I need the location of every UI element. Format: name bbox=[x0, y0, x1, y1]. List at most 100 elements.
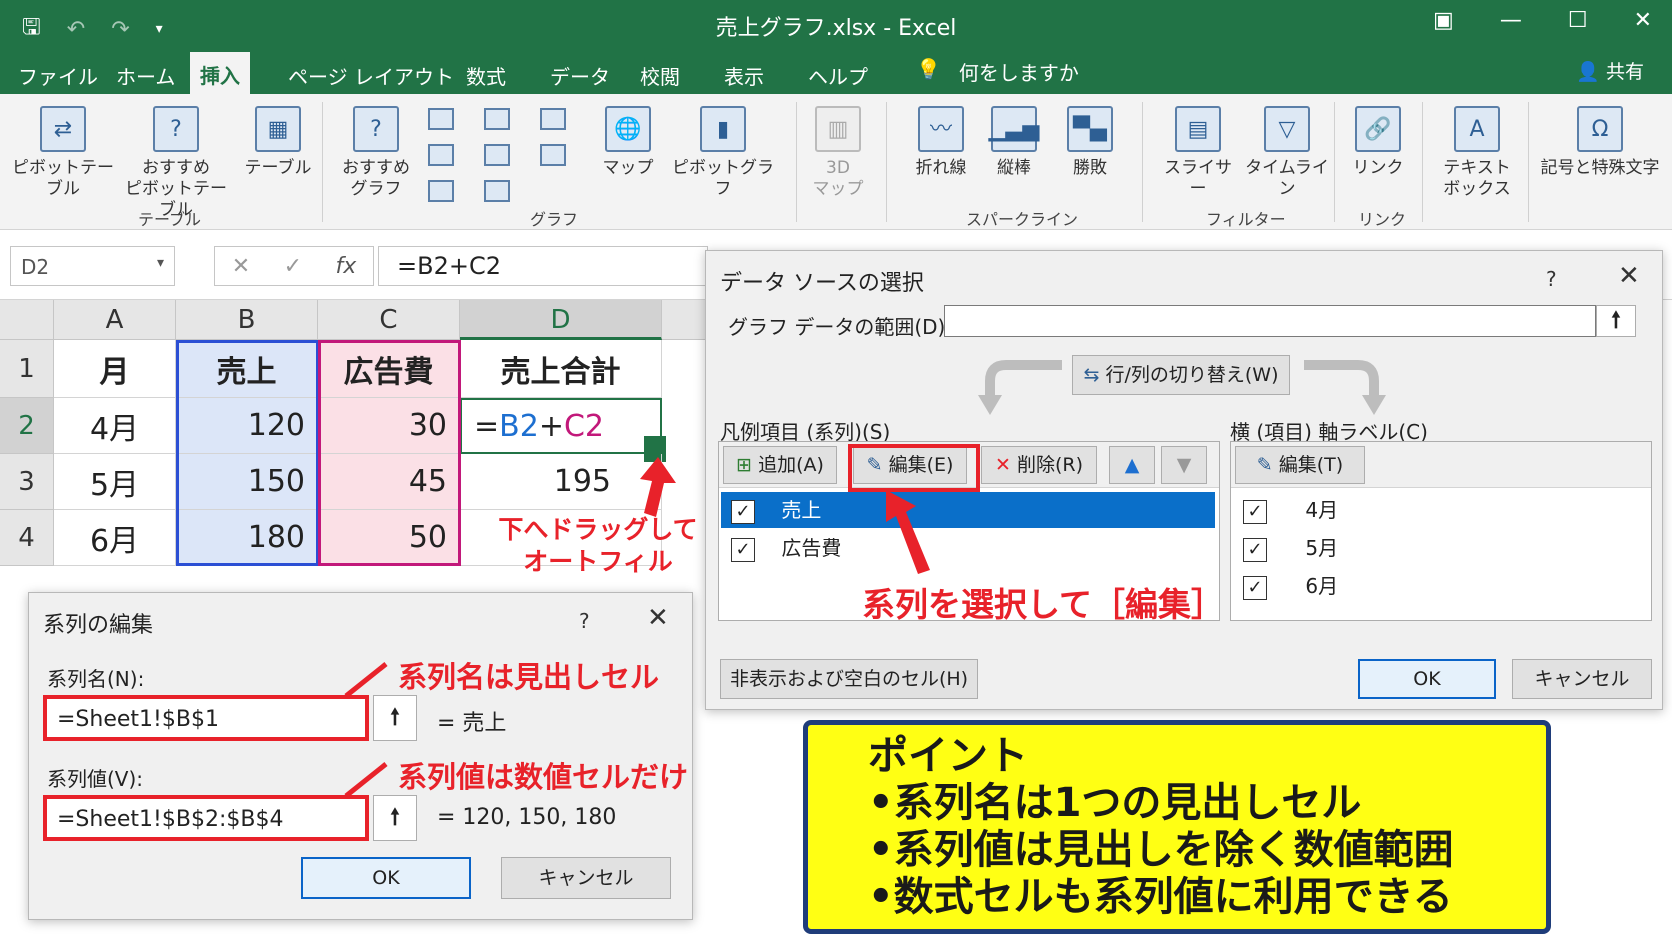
share-button[interactable]: 👤 共有 bbox=[1576, 57, 1644, 84]
slicer-button[interactable]: ▤ スライサー bbox=[1156, 106, 1240, 200]
3d-map-button[interactable]: ▥ 3D マップ bbox=[808, 106, 868, 200]
tab-file[interactable]: ファイル bbox=[8, 57, 108, 94]
column-header-e[interactable] bbox=[662, 300, 710, 340]
cancel-button[interactable]: キャンセル bbox=[501, 857, 671, 899]
maximize-icon[interactable]: ☐ bbox=[1568, 8, 1588, 33]
column-header-d[interactable]: D bbox=[460, 300, 662, 340]
pivot-chart-button[interactable]: ▮ ピボットグラフ bbox=[668, 106, 778, 200]
series-values-input[interactable]: =Sheet1!$B$2:$B$4 bbox=[43, 795, 369, 841]
hierarchy-chart-icon[interactable] bbox=[484, 108, 510, 130]
cancel-button[interactable]: キャンセル bbox=[1512, 659, 1652, 699]
title-bar: 🖫 ↶ ↷ ▾ 売上グラフ.xlsx - Excel ▣ — ☐ ✕ bbox=[0, 0, 1672, 48]
switch-row-column-button[interactable]: ⇆ 行/列の切り替え(W) bbox=[1072, 355, 1290, 395]
cell-a4[interactable]: 6月 bbox=[54, 510, 176, 566]
tab-data[interactable]: データ bbox=[540, 57, 620, 94]
help-icon[interactable]: ? bbox=[579, 609, 590, 633]
waterfall-chart-icon[interactable] bbox=[540, 108, 566, 130]
row-header-2[interactable]: 2 bbox=[0, 398, 54, 454]
checkbox-category-3[interactable]: ✓ bbox=[1243, 575, 1267, 600]
tab-home[interactable]: ホーム bbox=[106, 57, 185, 94]
formula-input[interactable]: =B2+C2 bbox=[378, 246, 708, 286]
series-name-label: 系列名(N): bbox=[47, 667, 145, 691]
collapse-name-icon[interactable]: 🠕 bbox=[373, 695, 417, 741]
chart-range-input[interactable] bbox=[944, 305, 1596, 337]
combo-chart-icon[interactable] bbox=[540, 144, 566, 166]
close-icon[interactable]: ✕ bbox=[1634, 8, 1652, 33]
column-header-b[interactable]: B bbox=[176, 300, 318, 340]
tab-formulas[interactable]: 数式 bbox=[456, 57, 516, 94]
minimize-icon[interactable]: — bbox=[1500, 8, 1522, 33]
tab-help[interactable]: ヘルプ bbox=[798, 57, 878, 94]
table-button[interactable]: ▦ テーブル bbox=[238, 106, 318, 179]
edit-axis-button[interactable]: ✎ 編集(T) bbox=[1235, 446, 1365, 484]
scatter-chart-icon[interactable] bbox=[484, 180, 510, 202]
textbox-button[interactable]: A テキスト ボックス bbox=[1432, 106, 1522, 200]
close-icon[interactable]: ✕ bbox=[1618, 261, 1640, 291]
category-item[interactable]: ✓ 5月 bbox=[1233, 530, 1649, 566]
checkbox-category-1[interactable]: ✓ bbox=[1243, 499, 1267, 524]
slicer-label: スライサー bbox=[1164, 158, 1232, 199]
cancel-icon[interactable]: ✕ bbox=[232, 254, 250, 279]
tab-page-layout[interactable]: ページ レイアウト bbox=[278, 57, 464, 94]
checkbox-series-1[interactable]: ✓ bbox=[731, 499, 755, 524]
pivot-table-button[interactable]: ⇄ ピボットテーブル bbox=[8, 106, 118, 200]
symbol-button[interactable]: Ω 記号と特殊文字 bbox=[1536, 106, 1664, 179]
checkbox-category-2[interactable]: ✓ bbox=[1243, 537, 1267, 562]
series-name-2: 広告費 bbox=[781, 536, 842, 560]
formula-buttons: ✕ ✓ fx bbox=[214, 246, 374, 286]
row-header-1[interactable]: 1 bbox=[0, 340, 54, 398]
group-separator bbox=[886, 102, 887, 222]
check-icon[interactable]: ✓ bbox=[284, 254, 302, 279]
row-header-3[interactable]: 3 bbox=[0, 454, 54, 510]
ribbon-tabs: ファイル ホーム 挿入 ページ レイアウト 数式 データ 校閲 表示 ヘルプ 💡… bbox=[0, 48, 1672, 94]
sparkline-winloss-button[interactable]: ▀▄ 勝敗 bbox=[1060, 106, 1120, 179]
series-item-selected[interactable]: ✓ 売上 bbox=[721, 492, 1215, 528]
column-header-c[interactable]: C bbox=[318, 300, 460, 340]
cell-d1[interactable]: 売上合計 bbox=[460, 340, 662, 398]
arrow-to-fill-handle bbox=[640, 457, 676, 517]
recommended-charts-button[interactable]: ? おすすめ グラフ bbox=[336, 106, 416, 200]
map-label: マップ bbox=[602, 158, 654, 178]
tab-view[interactable]: 表示 bbox=[714, 57, 774, 94]
ok-button[interactable]: OK bbox=[301, 857, 471, 899]
insert-function-icon[interactable]: fx bbox=[336, 254, 357, 279]
tell-me-box[interactable]: 💡 何をしますか bbox=[916, 57, 1079, 86]
collapse-values-icon[interactable]: 🠕 bbox=[373, 795, 417, 841]
delete-series-button[interactable]: ✕ 削除(R) bbox=[981, 446, 1097, 484]
checkbox-series-2[interactable]: ✓ bbox=[731, 537, 755, 562]
cell-a3[interactable]: 5月 bbox=[54, 454, 176, 510]
timeline-button[interactable]: ▽ タイムライン bbox=[1240, 106, 1334, 200]
sparkline-column-button[interactable]: ▁▃▅ 縦棒 bbox=[984, 106, 1044, 179]
line-chart-icon[interactable] bbox=[428, 144, 454, 166]
map-button[interactable]: 🌐 マップ bbox=[596, 106, 660, 179]
tab-insert[interactable]: 挿入 bbox=[190, 52, 250, 94]
add-series-button[interactable]: ⊞ 追加(A) bbox=[723, 446, 837, 484]
pie-chart-icon[interactable] bbox=[428, 180, 454, 202]
hidden-empty-cells-button[interactable]: 非表示および空白のセル(H) bbox=[720, 659, 978, 699]
cell-d2[interactable]: = B2 + C2 bbox=[460, 398, 662, 454]
move-down-icon[interactable]: ▼ bbox=[1161, 446, 1207, 484]
help-icon[interactable]: ? bbox=[1546, 267, 1557, 291]
name-box[interactable]: D2 ▾ bbox=[10, 246, 175, 286]
statistic-chart-icon[interactable] bbox=[484, 144, 510, 166]
ribbon-display-icon[interactable]: ▣ bbox=[1433, 8, 1454, 33]
series-item[interactable]: ✓ 広告費 bbox=[721, 530, 1215, 566]
column-header-a[interactable]: A bbox=[54, 300, 176, 340]
row-header-4[interactable]: 4 bbox=[0, 510, 54, 566]
group-separator bbox=[1422, 102, 1423, 222]
category-item[interactable]: ✓ 6月 bbox=[1233, 568, 1649, 604]
column-chart-icon[interactable] bbox=[428, 108, 454, 130]
move-up-icon[interactable]: ▲ bbox=[1109, 446, 1155, 484]
select-all-corner[interactable] bbox=[0, 300, 54, 340]
link-button[interactable]: 🔗 リンク bbox=[1348, 106, 1408, 179]
collapse-dialog-icon[interactable]: 🠕 bbox=[1596, 305, 1636, 337]
ok-button[interactable]: OK bbox=[1358, 659, 1496, 699]
cell-a2[interactable]: 4月 bbox=[54, 398, 176, 454]
category-item[interactable]: ✓ 4月 bbox=[1233, 492, 1649, 528]
sparkline-line-button[interactable]: 〰 折れ線 bbox=[906, 106, 976, 179]
series-name-input[interactable]: =Sheet1!$B$1 bbox=[43, 695, 369, 741]
tab-review[interactable]: 校閲 bbox=[630, 57, 690, 94]
close-icon[interactable]: ✕ bbox=[647, 603, 669, 633]
recommended-pivot-button[interactable]: ? おすすめ ピボットテーブル bbox=[118, 106, 234, 221]
cell-a1[interactable]: 月 bbox=[54, 340, 176, 398]
